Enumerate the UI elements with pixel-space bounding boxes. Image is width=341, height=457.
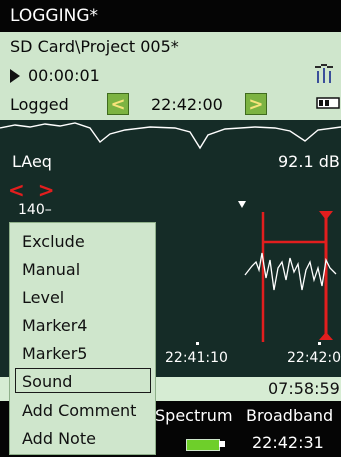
title-bar: LOGGING* bbox=[0, 0, 341, 32]
battery-tip bbox=[219, 441, 225, 447]
time-tick-end bbox=[318, 342, 321, 345]
selection-top-handle bbox=[319, 211, 333, 220]
tab-spectrum[interactable]: Spectrum bbox=[155, 406, 233, 425]
time-axis-end: 22:42:00 bbox=[287, 350, 341, 366]
menu-item-marker4[interactable]: Marker4 bbox=[22, 316, 87, 335]
tab-broadband[interactable]: Broadband bbox=[246, 406, 333, 425]
menu-item-exclude[interactable]: Exclude bbox=[22, 232, 85, 251]
time-axis-start: 22:41:10 bbox=[165, 350, 228, 366]
menu-item-add-comment[interactable]: Add Comment bbox=[22, 401, 136, 420]
project-path: SD Card\Project 005* bbox=[10, 37, 179, 56]
menu-item-marker5[interactable]: Marker5 bbox=[22, 344, 87, 363]
time-nav-row: Logged < 22:42:00 > bbox=[10, 93, 341, 115]
level-trace bbox=[244, 252, 337, 291]
elapsed-row: 00:00:01 bbox=[10, 66, 100, 85]
next-button[interactable]: > bbox=[244, 93, 267, 115]
menu-item-manual[interactable]: Manual bbox=[22, 260, 80, 279]
remaining-time: 07:58:59 bbox=[268, 379, 340, 398]
current-time: 22:42:00 bbox=[151, 94, 223, 114]
menu-item-level[interactable]: Level bbox=[22, 288, 64, 307]
range-icon[interactable] bbox=[316, 95, 340, 111]
cursor-marker bbox=[238, 201, 246, 208]
prev-button[interactable]: < bbox=[107, 93, 129, 115]
play-icon[interactable] bbox=[10, 68, 20, 83]
clock: 22:42:31 bbox=[252, 433, 324, 452]
elapsed-time: 00:00:01 bbox=[28, 66, 100, 85]
menu-item-add-note[interactable]: Add Note bbox=[22, 429, 96, 448]
menu-item-sound[interactable]: Sound bbox=[22, 372, 72, 391]
header-panel: SD Card\Project 005* 00:00:01 Logged < 2… bbox=[0, 32, 341, 120]
window-title: LOGGING* bbox=[10, 6, 98, 26]
selection-bottom-handle bbox=[319, 332, 333, 340]
settings-icon[interactable] bbox=[314, 64, 336, 88]
status-label: Logged bbox=[10, 94, 69, 114]
battery-icon bbox=[186, 439, 220, 451]
time-tick-start bbox=[196, 342, 199, 345]
marker-menu: Exclude Manual Level Marker4 Marker5 Sou… bbox=[9, 222, 156, 455]
